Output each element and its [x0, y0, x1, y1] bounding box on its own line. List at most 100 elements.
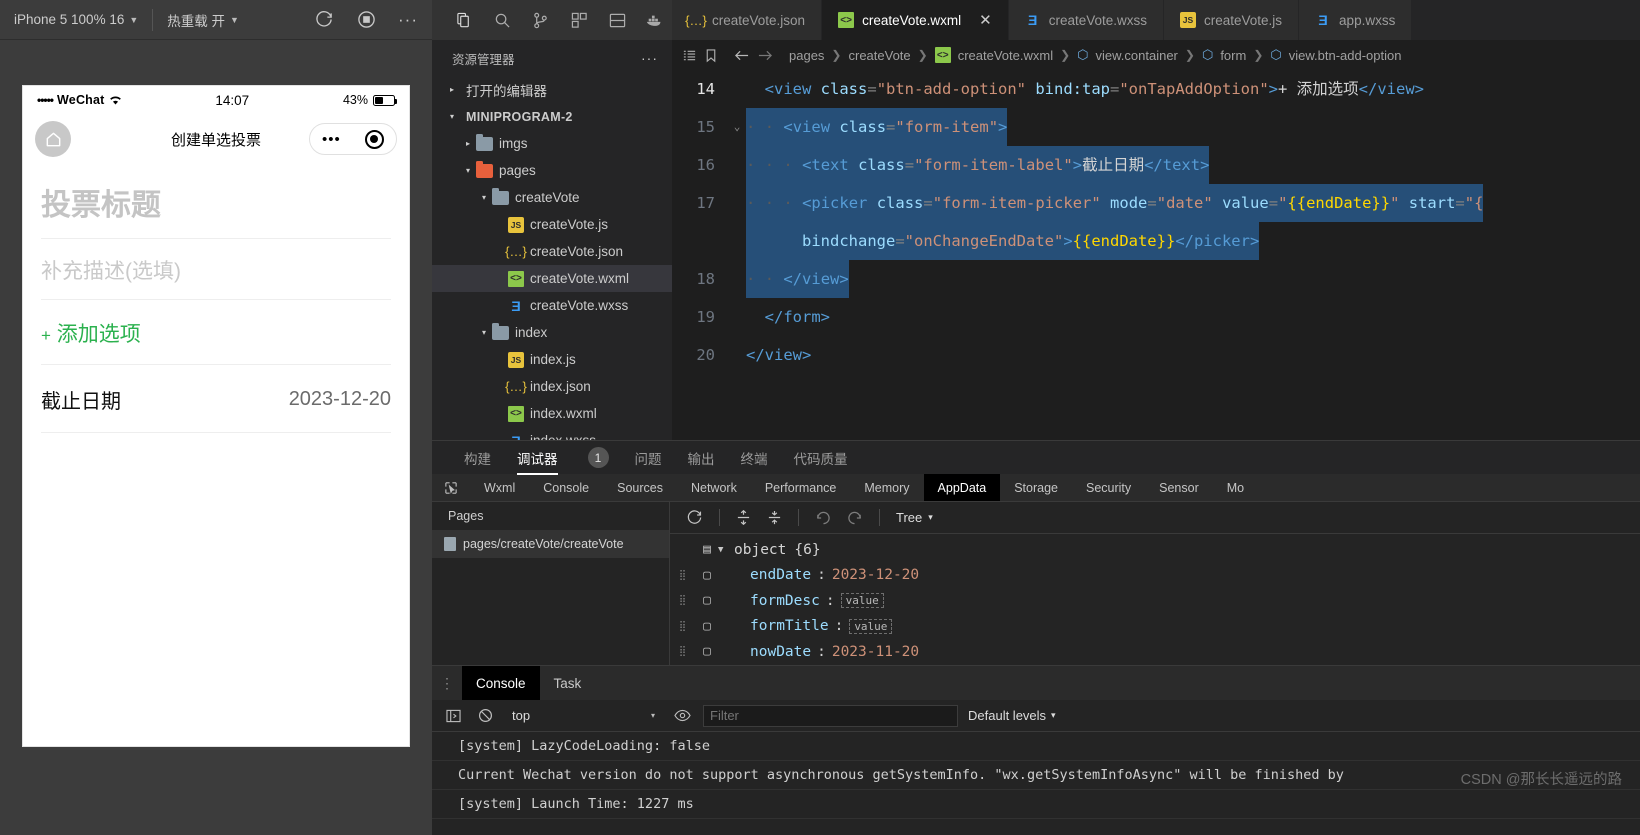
- extensions-icon[interactable]: [563, 3, 596, 37]
- end-date-value[interactable]: 2023-12-20: [289, 388, 391, 411]
- panel-tab-问题[interactable]: 问题: [635, 441, 662, 475]
- fold-toggle[interactable]: [728, 298, 746, 336]
- chevron-down-icon[interactable]: ▾: [476, 193, 492, 202]
- file-tree-item[interactable]: <> index.wxml: [432, 400, 672, 427]
- devtools-tab-security[interactable]: Security: [1072, 474, 1145, 501]
- project-root-row[interactable]: ▾ MINIPROGRAM-2: [432, 103, 672, 130]
- devtools-tab-storage[interactable]: Storage: [1000, 474, 1072, 501]
- device-selector[interactable]: iPhone 5 100% 16 ▼: [0, 6, 152, 34]
- editor-tab-createvote-js[interactable]: JS createVote.js: [1164, 0, 1300, 40]
- collapse-icon[interactable]: [767, 510, 782, 525]
- file-tree-item[interactable]: JS createVote.js: [432, 211, 672, 238]
- source-control-icon[interactable]: [524, 3, 557, 37]
- add-option-button[interactable]: + 添加选项: [41, 300, 391, 365]
- file-tree-item[interactable]: ƎcreateVote.wxss: [432, 292, 672, 319]
- panel-tab-输出[interactable]: 输出: [688, 441, 715, 475]
- fold-toggle[interactable]: [728, 260, 746, 298]
- explorer-icon[interactable]: [448, 3, 481, 37]
- breadcrumb-part-view-container[interactable]: view.container: [1096, 48, 1178, 63]
- drag-handle[interactable]: ⣿: [670, 647, 696, 657]
- appdata-value[interactable]: value: [849, 618, 893, 634]
- appdata-root-row[interactable]: ▤ ▼ object {6}: [670, 537, 1640, 563]
- pages-list-item[interactable]: pages/createVote/createVote: [432, 530, 669, 558]
- console-context-select[interactable]: top ▾: [506, 705, 661, 727]
- refresh-icon[interactable]: [686, 509, 703, 526]
- editor-tab-createvote-json[interactable]: {…} createVote.json: [672, 0, 823, 40]
- console-tab-task[interactable]: Task: [540, 666, 596, 700]
- console-levels-select[interactable]: Default levels ▾: [968, 708, 1056, 723]
- appdata-row[interactable]: ⣿ ▢ endDate:2023-12-20: [670, 563, 1640, 589]
- console-log-list[interactable]: [system] LazyCodeLoading: false Current W…: [432, 732, 1640, 835]
- bookmark-icon[interactable]: [704, 48, 718, 63]
- wechat-capsule[interactable]: •••: [309, 123, 397, 155]
- breadcrumb-part-btn-add-option[interactable]: view.btn-add-option: [1289, 48, 1402, 63]
- inspect-element-icon[interactable]: [432, 474, 470, 501]
- drag-handle[interactable]: ⣿: [670, 596, 696, 606]
- menu-dots-icon[interactable]: •••: [322, 132, 341, 147]
- kebab-menu-icon[interactable]: ⋮: [432, 676, 462, 690]
- devtools-tab-mo[interactable]: Mo: [1213, 474, 1258, 501]
- devtools-tab-sensor[interactable]: Sensor: [1145, 474, 1213, 501]
- drag-handle[interactable]: ⣿: [670, 570, 696, 580]
- eye-icon[interactable]: [671, 709, 693, 722]
- fold-toggle[interactable]: [728, 184, 746, 222]
- devtools-tab-network[interactable]: Network: [677, 474, 751, 501]
- editor-tab-app-wxss[interactable]: Ǝapp.wxss: [1299, 0, 1413, 40]
- panel-tab-终端[interactable]: 终端: [741, 441, 768, 475]
- file-tree-item[interactable]: JS index.js: [432, 346, 672, 373]
- chevron-down-icon[interactable]: ▼: [718, 545, 734, 555]
- panel-tab-调试器[interactable]: 调试器: [517, 441, 558, 475]
- close-icon[interactable]: ✕: [979, 11, 992, 29]
- appdata-row[interactable]: ⣿ ▢ nowDate:2023-11-20: [670, 639, 1640, 665]
- more-icon[interactable]: ···: [641, 50, 664, 66]
- docker-icon[interactable]: [639, 3, 672, 37]
- refresh-icon[interactable]: [314, 10, 334, 30]
- back-arrow-icon[interactable]: [733, 48, 750, 63]
- devtools-tab-console[interactable]: Console: [529, 474, 603, 501]
- appdata-row[interactable]: ⣿ ▢ formDesc: value: [670, 588, 1640, 614]
- console-filter-input[interactable]: [703, 704, 958, 727]
- devtools-tab-memory[interactable]: Memory: [850, 474, 923, 501]
- chevron-down-icon[interactable]: ▾: [460, 166, 476, 175]
- record-stop-icon[interactable]: [356, 10, 376, 30]
- outline-icon[interactable]: [682, 48, 697, 63]
- forward-arrow-icon[interactable]: [757, 48, 774, 63]
- chevron-right-icon[interactable]: ▸: [460, 139, 476, 148]
- devtools-tab-wxml[interactable]: Wxml: [470, 474, 529, 501]
- file-tree-item[interactable]: <> createVote.wxml: [432, 265, 672, 292]
- undo-icon[interactable]: [815, 510, 831, 526]
- chevron-down-icon[interactable]: ▾: [928, 512, 933, 523]
- target-icon[interactable]: [364, 129, 384, 149]
- sidebar-toggle-icon[interactable]: [442, 709, 464, 723]
- chevron-right-icon[interactable]: ▸: [444, 85, 460, 94]
- redo-icon[interactable]: [847, 510, 863, 526]
- fold-toggle[interactable]: [728, 146, 746, 184]
- clear-console-icon[interactable]: [474, 708, 496, 723]
- devtools-tab-appdata[interactable]: AppData: [923, 474, 1001, 501]
- fold-toggle[interactable]: [728, 336, 746, 374]
- panel-tab-代码质量[interactable]: 代码质量: [794, 441, 848, 475]
- breadcrumb-part-createvote[interactable]: createVote: [848, 48, 910, 63]
- console-tab-console[interactable]: Console: [462, 666, 540, 700]
- vote-desc-field[interactable]: 补充描述(选填): [41, 239, 391, 300]
- more-icon[interactable]: ···: [398, 10, 418, 30]
- panel-tab-构建[interactable]: 构建: [464, 441, 491, 475]
- code-content[interactable]: 14 <view class="btn-add-option" bind:tap…: [672, 70, 1640, 440]
- devtools-tab-sources[interactable]: Sources: [603, 474, 677, 501]
- vote-title-field[interactable]: 投票标题: [41, 164, 391, 239]
- editor-tab-createvote-wxss[interactable]: ƎcreateVote.wxss: [1008, 0, 1164, 40]
- breadcrumb-part-file[interactable]: createVote.wxml: [958, 48, 1053, 63]
- chevron-down-icon[interactable]: ▾: [476, 328, 492, 337]
- file-tree-item[interactable]: ▾ index: [432, 319, 672, 346]
- search-icon[interactable]: [486, 3, 519, 37]
- file-tree-item[interactable]: ▸ imgs: [432, 130, 672, 157]
- breadcrumb-part-form[interactable]: form: [1220, 48, 1246, 63]
- home-icon[interactable]: [35, 121, 71, 157]
- end-date-row[interactable]: 截止日期 2023-12-20: [41, 365, 391, 433]
- fold-toggle[interactable]: [728, 70, 746, 108]
- fold-toggle[interactable]: ⌄: [728, 108, 746, 146]
- appdata-value[interactable]: value: [840, 593, 884, 609]
- file-tree-item[interactable]: {…} createVote.json: [432, 238, 672, 265]
- file-tree-item[interactable]: {…} index.json: [432, 373, 672, 400]
- open-editors-row[interactable]: ▸ 打开的编辑器: [432, 76, 672, 103]
